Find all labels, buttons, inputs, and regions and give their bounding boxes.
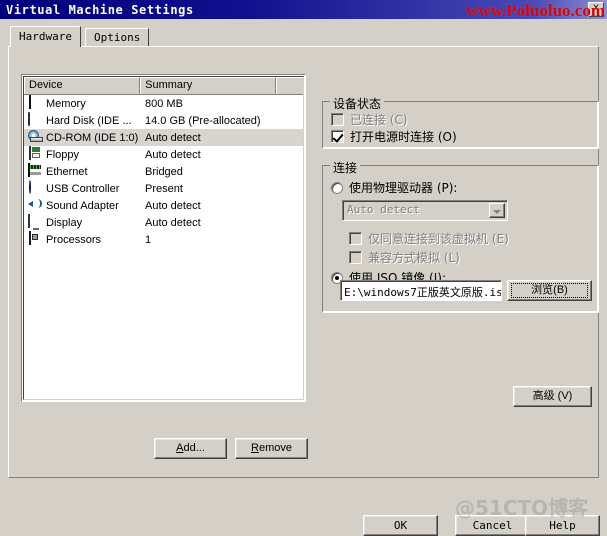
legacy-emulation-row[interactable]: 兼容方式模拟 (L) [349, 249, 460, 266]
ethernet-icon [27, 163, 43, 179]
use-physical-drive-label: 使用物理驱动器 (P): [349, 181, 458, 195]
connect-at-power-on-checkbox[interactable] [331, 130, 344, 143]
device-summary: 1 [145, 233, 152, 246]
display-icon [27, 214, 43, 230]
device-name: Floppy [46, 148, 80, 161]
device-name: Sound Adapter [46, 199, 119, 212]
device-list-inner: Device Summary Memory 800 MB Hard Disk (… [23, 76, 304, 400]
iso-path-input[interactable]: E:\windows7正版英文原版.is [340, 280, 502, 301]
advanced-button[interactable]: 高级 (V) [513, 386, 592, 407]
table-row[interactable]: Memory 800 MB [24, 95, 303, 112]
iso-path-value: E:\windows7正版英文原版.is [344, 286, 502, 299]
table-row[interactable]: Processors 1 [24, 231, 303, 248]
column-header-device[interactable]: Device [24, 77, 141, 94]
table-row-selected[interactable]: CD-ROM (IDE 1:0) Auto detect [24, 129, 303, 146]
device-summary: Auto detect [145, 216, 201, 229]
ok-button[interactable]: OK [363, 515, 438, 536]
device-name: Hard Disk (IDE ... [46, 114, 132, 127]
chevron-down-icon[interactable] [489, 203, 505, 218]
cancel-button-label: Cancel [472, 519, 513, 532]
connected-checkbox-row[interactable]: 已连接 (C) [331, 111, 408, 128]
ok-button-label: OK [393, 519, 408, 532]
device-list-header: Device Summary [24, 77, 303, 95]
virtual-machine-settings-window: Virtual Machine Settings X www.Poluoluo.… [0, 0, 607, 536]
window-title: Virtual Machine Settings [6, 2, 194, 17]
memory-icon [27, 95, 43, 111]
help-button-label: Help [549, 519, 576, 532]
column-header-summary[interactable]: Summary [140, 77, 277, 94]
tab-hardware[interactable]: Hardware [10, 26, 81, 47]
usb-controller-icon [27, 180, 43, 196]
advanced-button-label: 高级 (V) [532, 390, 573, 402]
connected-checkbox[interactable] [331, 113, 344, 126]
connect-at-power-on-label: 打开电源时连接 (O) [350, 130, 457, 144]
add-button[interactable]: Add... [154, 438, 227, 459]
device-summary: Auto detect [145, 148, 201, 161]
device-summary: Auto detect [145, 199, 201, 212]
device-name: Memory [46, 97, 86, 110]
device-list[interactable]: Device Summary Memory 800 MB Hard Disk (… [21, 74, 306, 402]
table-row[interactable]: USB Controller Present [24, 180, 303, 197]
tab-options[interactable]: Options [85, 28, 150, 46]
device-name: CD-ROM (IDE 1:0) [46, 131, 139, 144]
processors-icon [27, 231, 43, 247]
help-button[interactable]: Help [525, 515, 600, 536]
physical-drive-dropdown[interactable]: Auto detect [342, 200, 508, 221]
connection-title: 连接 [330, 159, 361, 176]
use-physical-drive-row[interactable]: 使用物理驱动器 (P): [331, 179, 457, 196]
remove-button[interactable]: Remove [235, 438, 308, 459]
column-header-blank[interactable] [276, 77, 303, 94]
use-physical-drive-radio[interactable] [331, 181, 343, 194]
hard-disk-icon [27, 112, 43, 128]
table-row[interactable]: Sound Adapter Auto detect [24, 197, 303, 214]
floppy-icon [27, 146, 43, 162]
dialog-client-area: Hardware Options Device Summary Memory 8… [0, 19, 607, 536]
table-row[interactable]: Ethernet Bridged [24, 163, 303, 180]
device-status-title: 设备状态 [330, 95, 385, 112]
device-status-group: 设备状态 已连接 (C) 打开电源时连接 (O) [322, 95, 599, 149]
device-name: Display [46, 216, 83, 229]
connect-at-power-on-row[interactable]: 打开电源时连接 (O) [331, 128, 457, 145]
exclusive-access-row[interactable]: 仅同意连接到该虚拟机 (E) [349, 230, 509, 247]
browse-button[interactable]: 浏览(B) [507, 280, 592, 301]
cancel-button[interactable]: Cancel [455, 515, 530, 536]
exclusive-access-label: 仅同意连接到该虚拟机 (E) [368, 232, 509, 246]
legacy-emulation-label: 兼容方式模拟 (L) [368, 251, 460, 265]
device-name: Processors [46, 233, 102, 246]
cd-rom-icon [27, 130, 43, 145]
focus-ring [511, 283, 588, 298]
watermark-top: www.Poluoluo.com [466, 1, 605, 20]
device-summary: Present [145, 182, 183, 195]
sound-adapter-icon [27, 198, 43, 213]
table-row[interactable]: Display Auto detect [24, 214, 303, 231]
device-summary: 14.0 GB (Pre-allocated) [145, 114, 261, 127]
legacy-emulation-checkbox[interactable] [349, 251, 362, 264]
exclusive-access-checkbox[interactable] [349, 232, 362, 245]
device-name: Ethernet [46, 165, 88, 178]
connected-label: 已连接 (C) [350, 113, 408, 127]
table-row[interactable]: Floppy Auto detect [24, 146, 303, 163]
device-summary: 800 MB [145, 97, 183, 110]
tab-page-hardware: Device Summary Memory 800 MB Hard Disk (… [8, 46, 599, 478]
device-name: USB Controller [46, 182, 120, 195]
table-row[interactable]: Hard Disk (IDE ... 14.0 GB (Pre-allocate… [24, 112, 303, 129]
physical-drive-value: Auto detect [347, 203, 420, 216]
device-summary: Bridged [145, 165, 183, 178]
device-summary: Auto detect [145, 131, 201, 144]
